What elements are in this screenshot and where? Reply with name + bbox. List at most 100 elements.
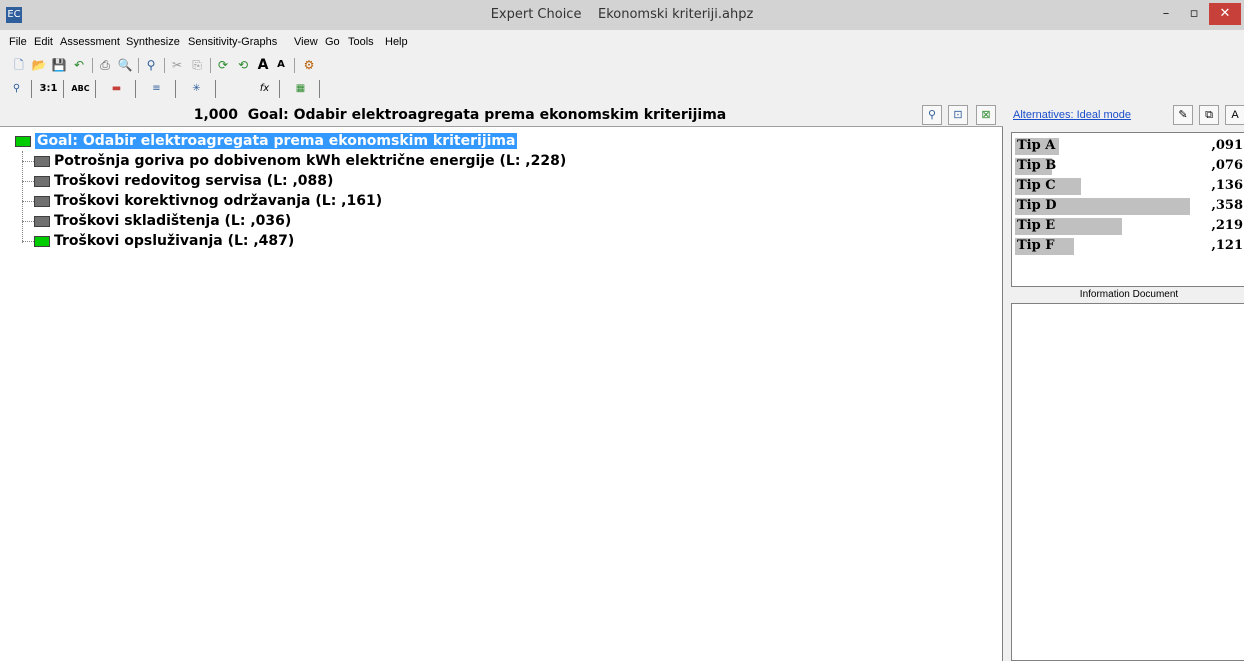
toolbar-separator	[210, 58, 211, 73]
menu-sensitivity-graphs[interactable]: Sensitivity-Graphs	[188, 36, 277, 48]
close-button[interactable]: ✕	[1209, 3, 1241, 25]
toolbar-separator	[138, 58, 139, 73]
tab-formula[interactable]: fx	[250, 80, 280, 98]
node-view-icon[interactable]: ⊡	[948, 105, 968, 125]
hierarchy-icon[interactable]: ⚲	[142, 56, 160, 74]
open-icon[interactable]: 📂	[30, 56, 48, 74]
copy-icon[interactable]: ⎘	[188, 56, 206, 74]
menu-assessment[interactable]: Assessment	[60, 36, 120, 48]
alternatives-list: Tip A ,091 Tip B ,076 Tip C ,136 Tip D ,…	[1011, 132, 1244, 287]
criterion-label: Troškovi redovitog servisa (L: ,088)	[54, 173, 334, 189]
new-icon[interactable]: 🗋	[10, 56, 28, 74]
file-name: Ekonomski kriteriji.ahpz	[597, 7, 754, 22]
alternative-value: ,091	[1211, 138, 1243, 153]
alternative-value: ,121	[1211, 238, 1243, 253]
criterion-node-icon	[34, 195, 50, 207]
alternative-value: ,136	[1211, 178, 1243, 193]
tab-bar: ⚲ 3:1 ABC ▬ ≡ ✳ fx ▦	[0, 78, 1244, 100]
tab-hierarchy[interactable]: ⚲	[2, 80, 32, 98]
alternative-value: ,076	[1211, 158, 1243, 173]
information-document-header: Information Document	[1079, 289, 1179, 300]
tree-view-icon[interactable]: ⚲	[922, 105, 942, 125]
tab-graphical-icon[interactable]: ▬	[98, 80, 136, 98]
criterion-node-icon	[34, 155, 50, 167]
criterion-node-icon	[34, 215, 50, 227]
print-preview-icon[interactable]: 🔍	[116, 56, 134, 74]
criterion-node-icon	[34, 175, 50, 187]
refresh-icon[interactable]: ⟳	[214, 56, 232, 74]
alternative-name: Tip C	[1017, 178, 1056, 193]
tree-connector	[22, 201, 34, 202]
goal-header-text: 1,000 Goal: Odabir elektroagregata prema…	[0, 107, 920, 123]
criterion-node[interactable]: Troškovi redovitog servisa (L: ,088)	[34, 171, 333, 191]
minimize-button[interactable]: –	[1152, 3, 1180, 25]
alternatives-pane: Alternatives: Ideal mode ✎ ⧉ A Tip A ,09…	[1003, 103, 1244, 661]
refresh-all-icon[interactable]: ⟲	[234, 56, 252, 74]
menu-file[interactable]: File	[9, 36, 27, 48]
tools-icon[interactable]: ⚙	[300, 56, 318, 74]
alternative-name: Tip D	[1017, 198, 1057, 213]
goal-node-label: Goal: Odabir elektroagregata prema ekono…	[35, 133, 518, 149]
goal-title: Goal: Odabir elektroagregata prema ekono…	[247, 107, 727, 123]
chart-view-icon[interactable]: ⊠	[976, 105, 996, 125]
tree-connector	[22, 151, 23, 243]
alternative-row[interactable]: Tip B ,076	[1015, 157, 1244, 175]
menu-tools[interactable]: Tools	[348, 36, 374, 48]
sort-icon[interactable]: ✎	[1173, 105, 1193, 125]
tree-connector	[22, 161, 34, 162]
menu-synthesize[interactable]: Synthesize	[126, 36, 180, 48]
criterion-node[interactable]: Potrošnja goriva po dobivenom kWh elektr…	[34, 151, 566, 171]
alternative-row[interactable]: Tip C ,136	[1015, 177, 1244, 195]
font-icon[interactable]: A	[1225, 105, 1244, 125]
goal-node[interactable]: Goal: Odabir elektroagregata prema ekono…	[15, 131, 518, 151]
menu-bar: File Edit Assessment Synthesize Sensitiv…	[0, 32, 1244, 54]
criterion-node[interactable]: Troškovi opsluživanja (L: ,487)	[34, 231, 294, 251]
toolbar-separator	[92, 58, 93, 73]
alternative-name: Tip B	[1017, 158, 1057, 173]
title-bar: EC Expert Choice Ekonomski kriteriji.ahp…	[0, 0, 1244, 30]
tree-connector	[22, 181, 34, 182]
cut-icon[interactable]: ✂	[168, 56, 186, 74]
tree-connector	[22, 241, 34, 242]
alternative-row[interactable]: Tip E ,219	[1015, 217, 1244, 235]
print-icon[interactable]: ⎙	[96, 56, 114, 74]
criterion-label: Troškovi korektivnog održavanja (L: ,161…	[54, 193, 383, 209]
save-icon[interactable]: 💾	[50, 56, 68, 74]
alternative-value: ,219	[1211, 218, 1243, 233]
menu-edit[interactable]: Edit	[34, 36, 53, 48]
copy-icon[interactable]: ⧉	[1199, 105, 1219, 125]
maximize-button[interactable]: ▫	[1180, 3, 1208, 25]
information-document[interactable]	[1011, 303, 1244, 661]
tab-verbal[interactable]: ABC	[66, 80, 96, 98]
alternative-name: Tip E	[1017, 218, 1056, 233]
criterion-node[interactable]: Troškovi korektivnog održavanja (L: ,161…	[34, 191, 382, 211]
alternative-row[interactable]: Tip F ,121	[1015, 237, 1244, 255]
font-smaller-icon[interactable]: A	[272, 56, 290, 74]
criterion-label: Troškovi skladištenja (L: ,036)	[54, 213, 292, 229]
menu-view[interactable]: View	[294, 36, 318, 48]
menu-go[interactable]: Go	[325, 36, 340, 48]
criterion-label: Potrošnja goriva po dobivenom kWh elektr…	[54, 153, 567, 169]
alternative-name: Tip A	[1017, 138, 1056, 153]
tab-pairwise-numeric[interactable]: 3:1	[34, 80, 64, 98]
tab-data-grid-icon[interactable]: ✳	[178, 80, 216, 98]
window-title: Expert Choice Ekonomski kriteriji.ahpz	[0, 7, 1244, 22]
goal-priority: 1,000	[193, 107, 239, 123]
goal-node-icon	[15, 135, 31, 147]
tab-table-icon[interactable]: ▦	[282, 80, 320, 98]
toolbar-separator	[164, 58, 165, 73]
font-larger-icon[interactable]: A	[254, 56, 272, 74]
tab-spacer	[218, 80, 248, 98]
undo-icon[interactable]: ↶	[70, 56, 88, 74]
menu-help[interactable]: Help	[385, 36, 408, 48]
alternative-row[interactable]: Tip A ,091	[1015, 137, 1244, 155]
criterion-label: Troškovi opsluživanja (L: ,487)	[54, 233, 295, 249]
tab-questionnaire-icon[interactable]: ≡	[138, 80, 176, 98]
alternatives-mode-link[interactable]: Alternatives: Ideal mode	[1013, 109, 1131, 121]
alternative-row[interactable]: Tip D ,358	[1015, 197, 1244, 215]
alternative-name: Tip F	[1017, 238, 1055, 253]
alternative-value: ,358	[1211, 198, 1243, 213]
goal-header: 1,000 Goal: Odabir elektroagregata prema…	[0, 103, 1003, 127]
toolbar-separator	[294, 58, 295, 73]
criterion-node[interactable]: Troškovi skladištenja (L: ,036)	[34, 211, 291, 231]
